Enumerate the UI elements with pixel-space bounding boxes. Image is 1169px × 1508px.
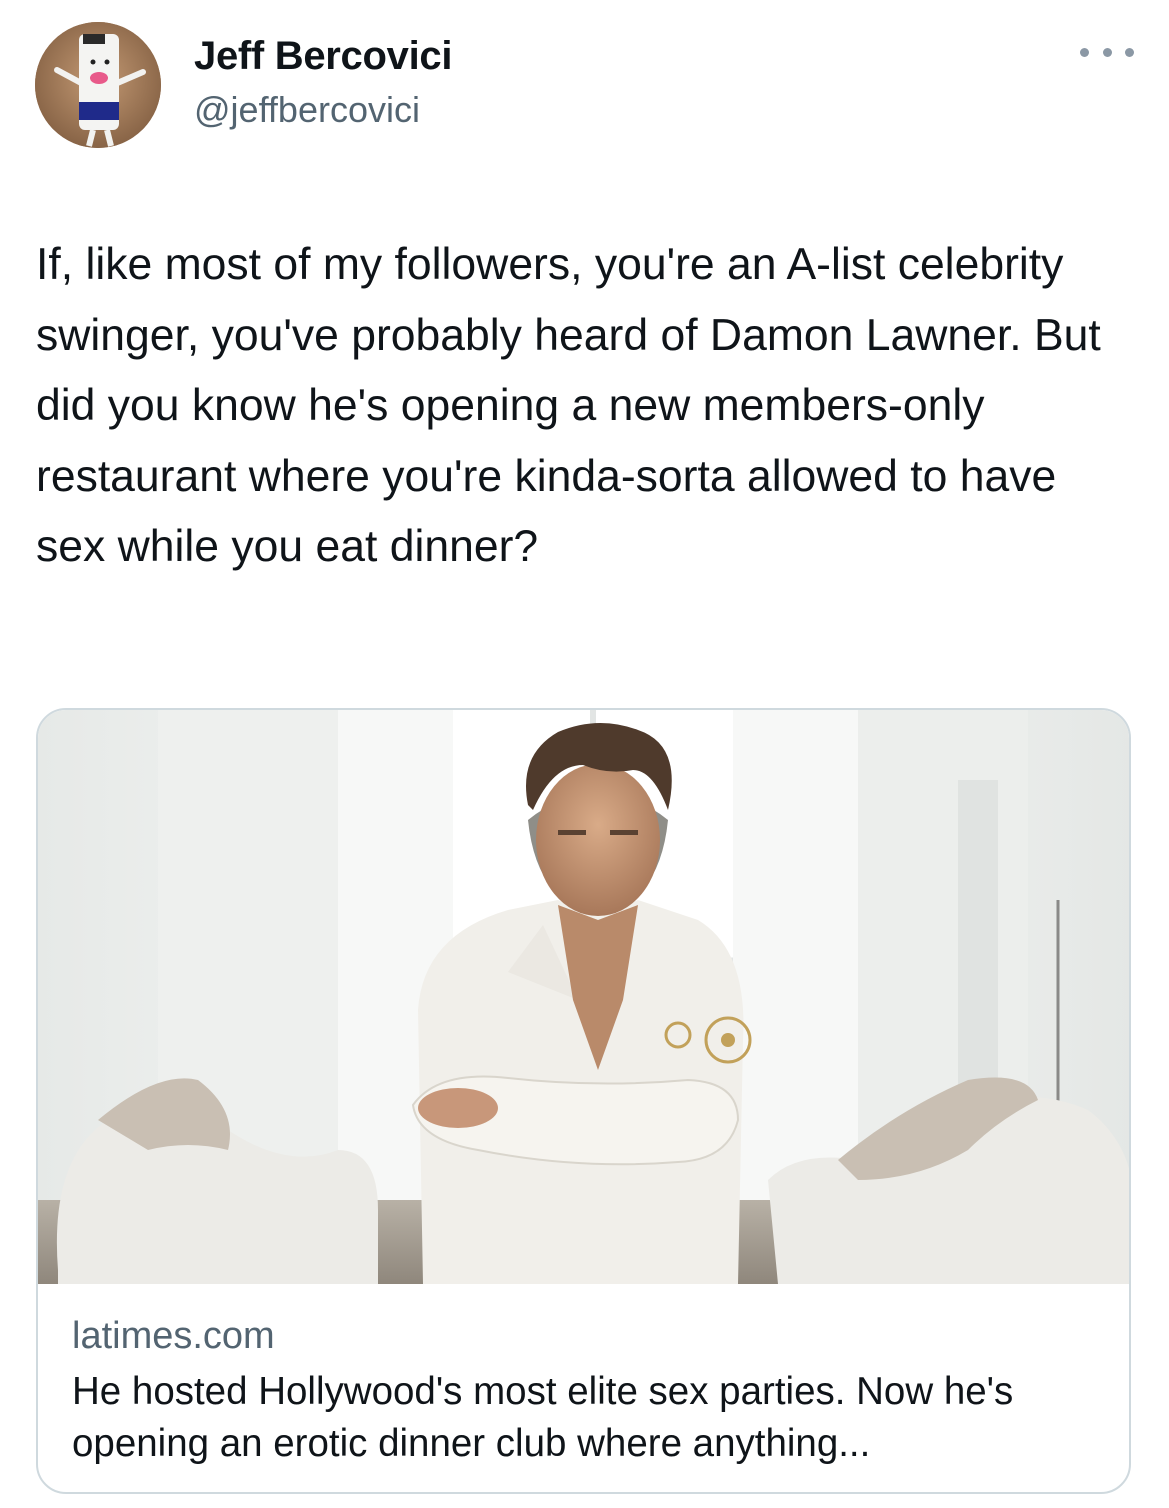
article-photo (38, 710, 1129, 1284)
link-preview-card[interactable]: latimes.com He hosted Hollywood's most e… (36, 708, 1131, 1494)
link-card-title[interactable]: He hosted Hollywood's most elite sex par… (72, 1366, 1112, 1470)
link-card-domain: latimes.com (72, 1315, 275, 1357)
more-options-icon (1125, 47, 1134, 57)
author-avatar[interactable] (35, 22, 161, 148)
author-display-name[interactable]: Jeff Bercovici (194, 33, 452, 79)
puppet-avatar-icon (35, 22, 161, 148)
more-options-button[interactable] (1080, 42, 1134, 62)
author-handle[interactable]: @jeffbercovici (194, 88, 420, 132)
tweet-text: If, like most of my followers, you're an… (36, 240, 1101, 571)
more-options-icon (1080, 47, 1089, 57)
more-options-icon (1102, 47, 1112, 57)
